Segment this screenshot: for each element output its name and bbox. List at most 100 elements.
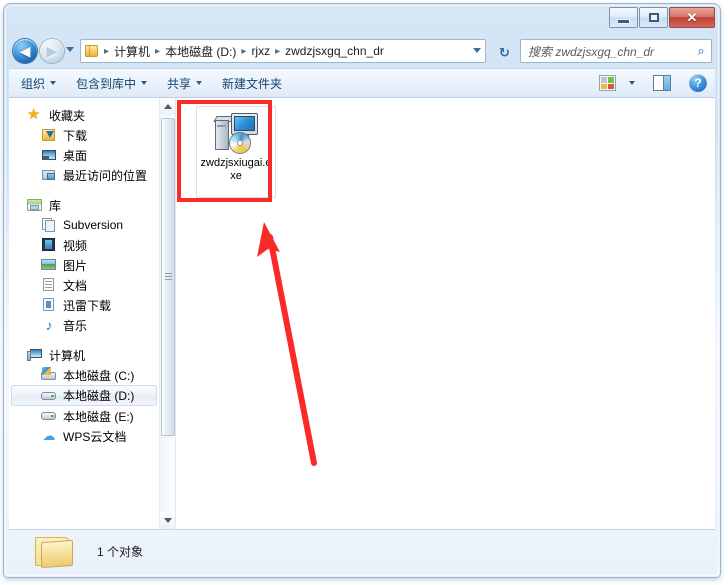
sidebar-item-subversion[interactable]: Subversion xyxy=(9,215,161,235)
star-icon: ★ xyxy=(27,106,41,123)
recent-places-icon xyxy=(41,167,57,183)
navigation-list: ★ 收藏夹 下载 桌面 最近访问的位置 库 Subversion 视频 图片 文… xyxy=(9,98,161,446)
status-text: 1 个对象 xyxy=(97,544,144,559)
toolbar-item-label: 包含到库中 xyxy=(76,76,137,91)
breadcrumb-separator: ▸ xyxy=(155,45,161,57)
breadcrumb[interactable]: ▸ 计算机 ▸ 本地磁盘 (D:) ▸ rjxz ▸ zwdzjsxgq_chn… xyxy=(80,39,486,63)
sidebar-item-downloads[interactable]: 下载 xyxy=(9,125,161,145)
toolbar-item-share[interactable]: 共享 xyxy=(159,71,210,95)
sidebar-item-drive-d[interactable]: 本地磁盘 (D:) xyxy=(11,385,157,406)
sidebar-item-computer[interactable]: 计算机 xyxy=(9,345,161,365)
toolbar-item-organize[interactable]: 组织 xyxy=(13,71,64,95)
sidebar-item-favorites[interactable]: ★ 收藏夹 xyxy=(9,105,161,125)
view-dropdown-chevron-down-icon[interactable] xyxy=(629,81,635,85)
breadcrumb-item-drive-d[interactable]: 本地磁盘 (D:) xyxy=(163,43,238,60)
file-item[interactable]: zwdzjsxiugai.exe xyxy=(196,106,276,198)
caption-button-group: ✕ xyxy=(608,7,715,28)
minimize-icon xyxy=(618,19,629,23)
chevron-down-icon xyxy=(164,518,172,523)
scroll-up-button[interactable] xyxy=(160,98,175,115)
breadcrumb-item-rjxz[interactable]: rjxz xyxy=(249,44,272,58)
forward-button[interactable]: ▶ xyxy=(40,39,64,63)
toolbar-item-new-folder[interactable]: 新建文件夹 xyxy=(214,71,290,95)
nav-group-computer: 计算机 本地磁盘 (C:) 本地磁盘 (D:) 本地磁盘 (E:) ☁ WPS云… xyxy=(9,345,161,446)
computer-setup-exe-icon xyxy=(211,112,261,156)
sidebar-item-pictures[interactable]: 图片 xyxy=(9,255,161,275)
address-bar-row: ◀ ▶ ▸ 计算机 ▸ 本地磁盘 (D:) ▸ rjxz ▸ zwdzjsxgq… xyxy=(4,34,720,68)
sidebar-item-label: 下载 xyxy=(63,128,88,143)
explorer-window: ✕ ◀ ▶ ▸ 计算机 ▸ 本地磁盘 (D:) ▸ rjxz ▸ zwdzjsx… xyxy=(4,4,720,577)
status-bar: 1 个对象 xyxy=(9,529,715,572)
sidebar-item-wps-cloud[interactable]: ☁ WPS云文档 xyxy=(9,426,161,446)
sidebar-item-desktop[interactable]: 桌面 xyxy=(9,145,161,165)
file-list-pane[interactable]: zwdzjsxiugai.exe xyxy=(176,98,715,529)
library-icon xyxy=(27,197,43,213)
document-icon xyxy=(41,277,57,293)
sidebar-item-libraries[interactable]: 库 xyxy=(9,195,161,215)
refresh-button[interactable]: ↻ xyxy=(492,39,517,65)
close-button[interactable]: ✕ xyxy=(669,7,715,28)
search-input[interactable]: 搜索 zwdzjsxgq_chn_dr xyxy=(521,43,691,60)
chevron-up-icon xyxy=(164,104,172,109)
sidebar-item-label: 收藏夹 xyxy=(49,108,86,123)
breadcrumb-dropdown-button[interactable] xyxy=(473,48,481,53)
toolbar-right-group: ? xyxy=(599,74,715,92)
breadcrumb-separator: ▸ xyxy=(275,45,281,57)
sidebar-item-documents[interactable]: 文档 xyxy=(9,275,161,295)
title-bar: ✕ xyxy=(4,4,720,34)
thunder-download-icon xyxy=(41,297,57,313)
toolbar-item-include-in-library[interactable]: 包含到库中 xyxy=(68,71,155,95)
breadcrumb-separator: ▸ xyxy=(104,45,110,57)
help-icon[interactable]: ? xyxy=(689,74,707,92)
sidebar-item-label: WPS云文档 xyxy=(63,429,127,444)
nav-group-spacer xyxy=(9,185,161,195)
scrollbar-thumb[interactable] xyxy=(161,118,175,436)
chevron-down-icon xyxy=(141,81,148,85)
chevron-down-icon xyxy=(66,47,74,52)
sidebar-item-label: 库 xyxy=(49,198,62,213)
content-area: ★ 收藏夹 下载 桌面 最近访问的位置 库 Subversion 视频 图片 文… xyxy=(9,98,715,529)
sidebar-item-drive-c[interactable]: 本地磁盘 (C:) xyxy=(9,365,161,385)
sidebar-item-music[interactable]: ♪ 音乐 xyxy=(9,315,161,335)
forward-arrow-icon: ▶ xyxy=(46,43,58,59)
maximize-button[interactable] xyxy=(639,7,668,28)
sidebar-item-label: 本地磁盘 (E:) xyxy=(63,409,134,424)
breadcrumb-item-computer[interactable]: 计算机 xyxy=(112,43,152,60)
sidebar-item-label: 图片 xyxy=(63,258,88,273)
search-box[interactable]: 搜索 zwdzjsxgq_chn_dr ⌕ xyxy=(520,39,712,63)
file-item-label: zwdzjsxiugai.exe xyxy=(200,157,272,182)
navigation-pane: ★ 收藏夹 下载 桌面 最近访问的位置 库 Subversion 视频 图片 文… xyxy=(9,98,176,529)
toolbar-item-label: 新建文件夹 xyxy=(222,76,283,91)
folder-icon xyxy=(84,44,100,58)
chevron-down-icon xyxy=(196,81,203,85)
sidebar-item-label: 本地磁盘 (D:) xyxy=(63,389,135,403)
sidebar-item-videos[interactable]: 视频 xyxy=(9,235,161,255)
sidebar-item-recent-places[interactable]: 最近访问的位置 xyxy=(9,165,161,185)
minimize-button[interactable] xyxy=(609,7,638,28)
scroll-down-button[interactable] xyxy=(160,512,175,529)
folder-icon xyxy=(33,533,75,569)
music-icon: ♪ xyxy=(45,317,53,333)
back-button[interactable]: ◀ xyxy=(13,39,37,63)
breadcrumb-separator: ▸ xyxy=(241,45,247,57)
chevron-down-icon xyxy=(50,81,57,85)
toolbar-item-label: 组织 xyxy=(21,76,46,91)
nav-group-libraries: 库 Subversion 视频 图片 文档 迅雷下载 ♪ 音乐 xyxy=(9,195,161,335)
breadcrumb-item-current[interactable]: zwdzjsxgq_chn_dr xyxy=(283,44,386,58)
recent-locations-button[interactable] xyxy=(66,47,76,55)
sidebar-item-label: 桌面 xyxy=(63,148,88,163)
change-view-icon[interactable] xyxy=(599,75,616,91)
sidebar-item-label: 计算机 xyxy=(49,348,86,363)
sidebar-scrollbar[interactable] xyxy=(159,98,175,529)
preview-pane-icon[interactable] xyxy=(653,75,671,91)
sidebar-item-label: Subversion xyxy=(63,218,124,232)
sidebar-item-label: 文档 xyxy=(63,278,88,293)
sidebar-item-thunder-download[interactable]: 迅雷下载 xyxy=(9,295,161,315)
sidebar-item-label: 视频 xyxy=(63,238,88,253)
close-icon: ✕ xyxy=(686,10,698,25)
toolbar-item-label: 共享 xyxy=(167,76,192,91)
drive-icon xyxy=(41,388,57,404)
system-drive-icon xyxy=(41,367,57,383)
sidebar-item-label: 本地磁盘 (C:) xyxy=(63,368,135,383)
sidebar-item-drive-e[interactable]: 本地磁盘 (E:) xyxy=(9,406,161,426)
